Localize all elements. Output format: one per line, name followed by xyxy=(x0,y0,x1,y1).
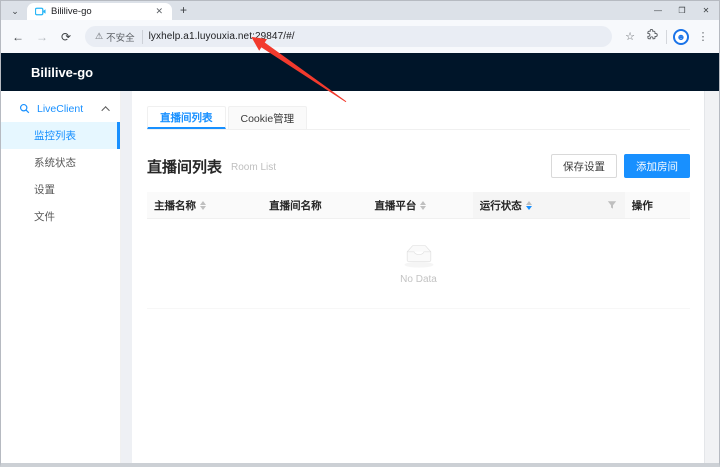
empty-box-icon xyxy=(404,244,433,268)
table-empty-state: No Data xyxy=(147,219,690,309)
sidebar-item-label: 设置 xyxy=(34,184,55,196)
sidebar-item-settings[interactable]: 设置 xyxy=(1,176,120,203)
bililive-favicon-icon xyxy=(35,7,46,16)
sidebar-item-monitor-list[interactable]: 监控列表 xyxy=(1,122,120,149)
column-label: 直播间名称 xyxy=(269,199,322,212)
table-header: 主播名称 直播间名称 直播平台 运行状态 操作 xyxy=(147,192,690,219)
sidebar-item-system-status[interactable]: 系统状态 xyxy=(1,149,120,176)
app-title: Bililive-go xyxy=(31,64,94,80)
tab-room-list[interactable]: 直播间列表 xyxy=(147,106,226,129)
sorter-icon xyxy=(525,200,532,210)
app-header: Bililive-go xyxy=(1,53,719,91)
address-bar[interactable]: ⚠ 不安全 lyxhelp.a1.luyouxia.net:29847/#/ xyxy=(85,26,612,47)
monitor-search-icon xyxy=(19,103,30,114)
browser-tab-strip: ⌄ Bililive-go ✕ + — ❒ ✕ xyxy=(1,1,719,20)
security-label: 不安全 xyxy=(106,32,135,44)
extensions-icon[interactable] xyxy=(644,28,660,44)
column-header-anchor-name[interactable]: 主播名称 xyxy=(147,192,262,218)
sidebar-group-label: LiveClient xyxy=(37,102,84,115)
column-label: 直播平台 xyxy=(374,199,417,212)
column-label: 操作 xyxy=(631,199,653,212)
column-header-platform[interactable]: 直播平台 xyxy=(367,192,472,218)
save-settings-button[interactable]: 保存设置 xyxy=(551,154,617,178)
layout-gutter xyxy=(121,91,132,463)
empty-text: No Data xyxy=(400,273,437,285)
tab-search-chevron-icon[interactable]: ⌄ xyxy=(7,4,23,18)
filter-funnel-icon[interactable] xyxy=(607,200,617,210)
page-subtitle: Room List xyxy=(231,161,277,173)
column-label: 运行状态 xyxy=(479,199,522,212)
back-icon[interactable]: ← xyxy=(9,28,27,46)
column-header-room-name: 直播间名称 xyxy=(262,192,367,218)
sidebar-item-label: 监控列表 xyxy=(34,130,76,142)
warning-triangle-icon: ⚠ xyxy=(95,31,104,41)
sidebar-group-liveclient[interactable]: LiveClient xyxy=(1,95,120,122)
url-text[interactable]: lyxhelp.a1.luyouxia.net:29847/#/ xyxy=(149,31,295,42)
column-label: 主播名称 xyxy=(154,199,196,212)
browser-menu-icon[interactable]: ⋮ xyxy=(695,30,711,43)
sidebar-item-files[interactable]: 文件 xyxy=(1,203,120,230)
bookmark-star-icon[interactable]: ☆ xyxy=(622,30,638,43)
tab-label: 直播间列表 xyxy=(160,111,213,124)
sidebar-item-label: 文件 xyxy=(34,211,55,223)
page-scrollbar[interactable] xyxy=(704,91,719,463)
reload-icon[interactable]: ⟳ xyxy=(57,28,75,46)
browser-window: ⌄ Bililive-go ✕ + — ❒ ✕ ← → ⟳ ⚠ 不安全 lyxh… xyxy=(0,0,720,467)
column-header-run-status[interactable]: 运行状态 xyxy=(472,192,625,218)
close-button[interactable]: ✕ xyxy=(694,1,718,20)
forward-icon[interactable]: → xyxy=(33,28,51,46)
maximize-button[interactable]: ❒ xyxy=(670,1,694,20)
profile-avatar[interactable]: ☻ xyxy=(673,28,689,45)
tab-label: Cookie管理 xyxy=(240,112,295,125)
window-controls: — ❒ ✕ xyxy=(646,1,718,20)
sorter-icon xyxy=(200,200,206,210)
new-tab-button[interactable]: + xyxy=(180,3,187,17)
add-room-button[interactable]: 添加房间 xyxy=(624,154,690,178)
tab-title: Bililive-go xyxy=(51,6,92,17)
browser-toolbar: ← → ⟳ ⚠ 不安全 lyxhelp.a1.luyouxia.net:2984… xyxy=(1,20,719,53)
toolbar-divider xyxy=(666,29,667,44)
tab-close-icon[interactable]: ✕ xyxy=(153,6,165,17)
minimize-button[interactable]: — xyxy=(646,1,670,20)
security-chip[interactable]: ⚠ 不安全 xyxy=(95,29,143,44)
sidebar: LiveClient 监控列表 系统状态 设置 文件 xyxy=(1,91,121,463)
sorter-icon xyxy=(420,200,427,210)
content-tabs: 直播间列表 Cookie管理 xyxy=(147,106,690,130)
tab-cookie-manage[interactable]: Cookie管理 xyxy=(227,106,308,129)
column-header-actions: 操作 xyxy=(625,192,690,218)
browser-tab[interactable]: Bililive-go ✕ xyxy=(27,3,172,20)
page-title: 直播间列表 xyxy=(147,158,223,176)
main-content: 直播间列表 Cookie管理 直播间列表 Room List 保存设置 添加房间… xyxy=(132,91,704,463)
sidebar-item-label: 系统状态 xyxy=(34,157,76,169)
